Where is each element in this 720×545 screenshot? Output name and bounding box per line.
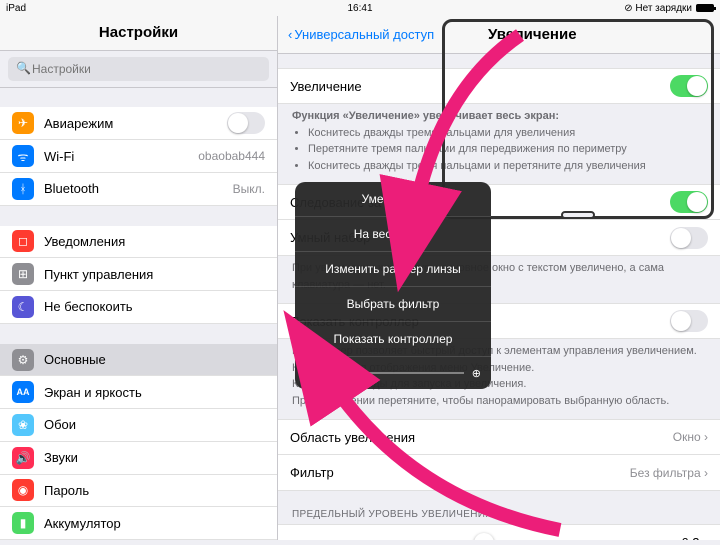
status-charge: ⊘ Нет зарядки (624, 3, 692, 14)
search-input[interactable] (8, 57, 269, 81)
sidebar-item-label: Обои (44, 417, 76, 432)
sidebar-item-label: Уведомления (44, 234, 125, 249)
sidebar-item-bluetooth[interactable]: ᚼ Bluetooth Выкл. (0, 173, 277, 206)
sidebar-item-passcode[interactable]: ◉ Пароль (0, 475, 277, 508)
sidebar: Настройки 🔍 ✈ Авиарежим ᯤ Wi-Fi obaobab4… (0, 16, 278, 540)
status-bar: iPad 16:41 ⊘ Нет зарядки (0, 0, 720, 16)
row-value: Окно › (673, 430, 708, 444)
airplane-toggle[interactable] (227, 112, 265, 134)
sidebar-item-label: Экран и яркость (44, 385, 142, 400)
sidebar-item-dnd[interactable]: ☾ Не беспокоить (0, 291, 277, 324)
follow-focus-toggle[interactable] (670, 191, 708, 213)
smart-typing-toggle[interactable] (670, 227, 708, 249)
bluetooth-icon: ᚼ (12, 178, 34, 200)
search-icon: 🔍 (16, 61, 31, 75)
popup-item-show-controller[interactable]: Показать контроллер (295, 322, 491, 357)
sidebar-item-wifi[interactable]: ᯤ Wi-Fi obaobab444 (0, 140, 277, 173)
sidebar-item-label: Wi-Fi (44, 149, 74, 164)
wallpaper-icon: ❀ (12, 414, 34, 436)
sidebar-item-label: Звуки (44, 450, 78, 465)
status-device: iPad (6, 3, 26, 14)
gear-icon: ⚙ (12, 349, 34, 371)
sidebar-item-battery[interactable]: ▮ Аккумулятор (0, 507, 277, 540)
sidebar-item-sounds[interactable]: 🔊 Звуки (0, 442, 277, 475)
max-zoom-value: 6,2x (681, 535, 706, 540)
row-label: Увеличение (290, 79, 362, 94)
sidebar-item-wallpaper[interactable]: ❀ Обои (0, 409, 277, 442)
sidebar-item-label: Не беспокоить (44, 299, 133, 314)
row-value: obaobab444 (198, 149, 265, 163)
status-time: 16:41 (347, 3, 372, 14)
sidebar-item-label: Пароль (44, 483, 89, 498)
battery-icon (696, 4, 714, 12)
sidebar-item-notifications[interactable]: ◻ Уведомления (0, 226, 277, 259)
sidebar-item-label: Пункт управления (44, 267, 153, 282)
row-value: Выкл. (233, 182, 265, 196)
display-icon: AA (12, 381, 34, 403)
sidebar-item-general[interactable]: ⚙ Основные (0, 344, 277, 377)
notifications-icon: ◻ (12, 230, 34, 252)
sidebar-item-display[interactable]: AA Экран и яркость (0, 376, 277, 409)
sidebar-item-airplane[interactable]: ✈ Авиарежим (0, 107, 277, 140)
popup-item-choose-filter[interactable]: Выбрать фильтр (295, 287, 491, 322)
chevron-left-icon: ‹ (288, 27, 292, 42)
battery-icon: ▮ (12, 512, 34, 534)
airplane-icon: ✈ (12, 112, 34, 134)
lock-icon: ◉ (12, 479, 34, 501)
zoom-toggle[interactable] (670, 75, 708, 97)
sidebar-title: Настройки (0, 16, 277, 51)
wifi-icon: ᯤ (12, 145, 34, 167)
sidebar-item-control-center[interactable]: ⊞ Пункт управления (0, 258, 277, 291)
annotation-arrow-1 (400, 30, 580, 245)
sidebar-item-label: Авиарежим (44, 116, 113, 131)
row-value: Без фильтра › (630, 466, 708, 480)
sidebar-item-label: Аккумулятор (44, 516, 121, 531)
sidebar-item-label: Bluetooth (44, 181, 99, 196)
sounds-icon: 🔊 (12, 447, 34, 469)
show-controller-toggle[interactable] (670, 310, 708, 332)
popup-item-resize-lens[interactable]: Изменить размер линзы (295, 252, 491, 287)
sidebar-item-label: Основные (44, 352, 106, 367)
control-center-icon: ⊞ (12, 263, 34, 285)
moon-icon: ☾ (12, 296, 34, 318)
annotation-arrow-2 (310, 360, 570, 545)
